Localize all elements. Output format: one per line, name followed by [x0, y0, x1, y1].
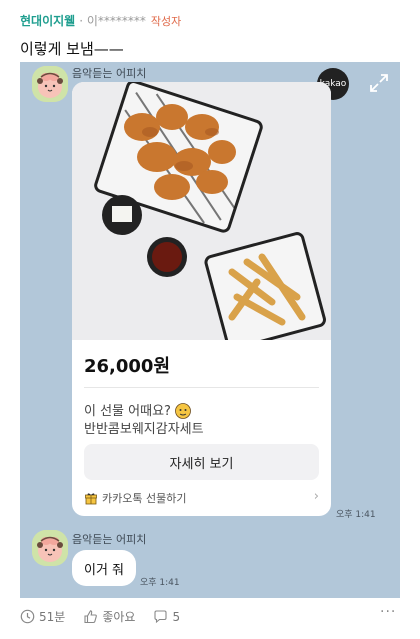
- gift-box-icon: [85, 493, 97, 505]
- chat-screenshot: 음악듣는 어피치 kakao 26,000원 이 선물 어때요? 반반콤보웨지감…: [20, 62, 400, 598]
- comment-actions: 51분 좋아요 5: [20, 608, 198, 625]
- message-bubble: 이거 줘: [72, 550, 137, 586]
- chicken-fries-image: [72, 82, 331, 340]
- clock-icon: [20, 609, 35, 624]
- message-timestamp: 오후 1:41: [140, 578, 180, 588]
- view-detail-button[interactable]: 자세히 보기: [84, 444, 319, 480]
- thumbs-up-icon: [84, 610, 98, 624]
- sender-name-2: 음악듣는 어피치: [72, 533, 147, 546]
- reply-button[interactable]: 5: [153, 609, 180, 624]
- gift-footer-label: 카카오톡 선물하기: [102, 492, 187, 505]
- like-button[interactable]: 좋아요: [83, 608, 135, 625]
- apeach-avatar-icon: [32, 530, 68, 566]
- sender-name: 음악듣는 어피치: [72, 67, 147, 80]
- gift-card-footer[interactable]: 카카오톡 선물하기 ›: [84, 489, 319, 506]
- comment-author[interactable]: 현대이지웰: [20, 12, 75, 29]
- writer-badge: 작성자: [150, 14, 182, 28]
- card-timestamp: 오후 1:41: [336, 510, 376, 520]
- gift-product-name: 반반콤보웨지감자세트: [84, 422, 204, 437]
- comment-author-id: · 이********: [79, 14, 146, 28]
- product-image: [72, 82, 331, 340]
- sender-avatar-2: [32, 530, 68, 566]
- muzi-emoticon-icon: [175, 402, 191, 419]
- gift-question-row: 이 선물 어때요?: [84, 400, 192, 419]
- chevron-right-icon: ›: [313, 489, 319, 504]
- time-ago-label: 51분: [39, 610, 66, 624]
- sender-avatar: [32, 66, 68, 102]
- more-options-button[interactable]: ···: [380, 604, 396, 620]
- comment-text: 이렇게 보냄——: [20, 40, 124, 58]
- speech-bubble-icon: [154, 610, 167, 624]
- time-ago: 51분: [20, 608, 65, 625]
- like-label: 좋아요: [102, 610, 136, 624]
- gift-question: 이 선물 어때요?: [84, 404, 171, 419]
- gift-price: 26,000원: [84, 356, 171, 377]
- apeach-avatar-icon: [32, 66, 68, 102]
- card-divider: [84, 387, 319, 388]
- gift-card[interactable]: 26,000원 이 선물 어때요? 반반콤보웨지감자세트 자세히 보기 카카오톡…: [72, 82, 331, 516]
- reply-count: 5: [172, 609, 181, 624]
- comment-header: 현대이지웰 · 이******** 작성자: [20, 12, 181, 29]
- expand-icon[interactable]: [368, 72, 390, 94]
